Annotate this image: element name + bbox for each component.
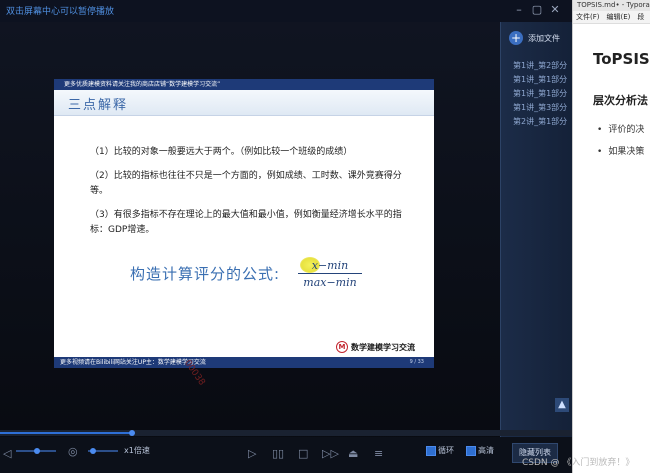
logo-icon: M: [336, 341, 348, 353]
loop-checkbox[interactable]: [426, 446, 436, 456]
volume-handle[interactable]: [90, 448, 96, 454]
video-player[interactable]: 双击屏幕中心可以暂停播放 – ▢ ✕ 更多优质建模资料请关注我的商店店铺“数学建…: [0, 0, 572, 473]
playlist-item[interactable]: 第1讲_第3部分: [513, 102, 567, 113]
doc-heading: 层次分析法: [593, 94, 648, 107]
menu-icon[interactable]: ≡: [374, 447, 383, 460]
slide-point-2: （2）比较的指标也往往不只是一个方面的，例如成绩、工时数、课外竞赛得分等。: [90, 171, 402, 196]
mute-icon[interactable]: ◎: [68, 445, 78, 458]
slide-point-1: （1）比较的对象一般要远大于两个。（例如比较一个班级的成绩）: [90, 147, 353, 157]
slide-bottom-banner: 更多视频请在Bilibili网站关注UP主：数学建模学习交流 9 / 33: [54, 357, 434, 368]
slide-point-3: （3）有很多指标不存在理论上的最大值和最小值，例如衡量经济增长水平的指标：GDP…: [90, 210, 402, 235]
slide-heading-bar: 三点解释: [54, 90, 434, 116]
minimize-icon[interactable]: –: [512, 3, 526, 17]
speed-label: x1倍速: [124, 446, 150, 455]
menu-file[interactable]: 文件(F): [576, 13, 600, 21]
editor-menu-bar: 文件(F) 编辑(E) 段: [573, 11, 650, 24]
close-icon[interactable]: ✕: [548, 3, 562, 17]
formula-numerator: x−min: [298, 259, 362, 274]
formula: x−min max−min: [298, 259, 362, 289]
playlist-item[interactable]: 第1讲_第1部分: [513, 88, 567, 99]
stop-icon[interactable]: □: [298, 447, 308, 460]
add-file-label: 添加文件: [528, 33, 560, 43]
playlist-panel: + 添加文件 第1讲_第2部分 第1讲_第1部分 第1讲_第1部分 第1讲_第3…: [500, 22, 573, 442]
formula-denominator: max−min: [303, 276, 357, 289]
editor-tab[interactable]: TOPSIS.md• - Typora: [573, 0, 650, 11]
formula-label: 构造计算评分的公式:: [130, 265, 281, 283]
slide-page-number: 9 / 33: [409, 359, 424, 365]
player-title: 双击屏幕中心可以暂停播放: [6, 7, 115, 17]
maximize-icon[interactable]: ▢: [530, 3, 544, 17]
doc-title: ToPSIS: [593, 50, 650, 68]
eject-icon[interactable]: ⏏: [348, 447, 358, 460]
csdn-credit: CSDN @ 《入门到放弃！》: [522, 458, 635, 468]
next-icon[interactable]: ▷▷: [322, 447, 339, 460]
speed-slider[interactable]: [16, 448, 56, 454]
playlist-item[interactable]: 第1讲_第1部分: [513, 74, 567, 85]
pause-icon[interactable]: ▯▯: [272, 447, 284, 460]
seek-bar[interactable]: [0, 430, 572, 436]
play-icon[interactable]: ▷: [248, 447, 256, 460]
menu-edit[interactable]: 编辑(E): [607, 13, 631, 21]
hd-checkbox[interactable]: [466, 446, 476, 456]
plus-icon: +: [509, 31, 523, 45]
player-titlebar: 双击屏幕中心可以暂停播放 – ▢ ✕: [0, 0, 572, 22]
doc-bullet: 如果决策: [597, 144, 644, 157]
logo-text: 数学建模学习交流: [351, 342, 415, 352]
scroll-up-icon[interactable]: ▲: [555, 398, 569, 412]
add-file-button[interactable]: + 添加文件: [509, 31, 560, 45]
doc-bullet: 评价的决: [597, 122, 644, 135]
menu-paragraph[interactable]: 段: [637, 13, 644, 21]
playlist-item[interactable]: 第1讲_第2部分: [513, 60, 567, 71]
speed-handle[interactable]: [34, 448, 40, 454]
slide-logo: M 数学建模学习交流: [336, 341, 415, 353]
speed-icon[interactable]: ◁: [3, 447, 11, 460]
slide: 更多优质建模资料请关注我的商店店铺“数学建模学习交流” 三点解释 （1）比较的对…: [54, 79, 434, 368]
volume-slider[interactable]: [88, 448, 118, 454]
markdown-editor: TOPSIS.md• - Typora 文件(F) 编辑(E) 段 ToPSIS 层…: [572, 0, 650, 473]
playlist-item[interactable]: 第2讲_第1部分: [513, 116, 567, 127]
slide-top-banner: 更多优质建模资料请关注我的商店店铺“数学建模学习交流”: [54, 79, 434, 90]
loop-label: 循环: [438, 446, 454, 455]
slide-heading: 三点解释: [68, 98, 129, 113]
seek-handle[interactable]: [129, 430, 135, 436]
control-bar: ◁ ◎ x1倍速 ▷ ▯▯ □ ▷▷ ⏏ ≡ 循环 高清 隐藏列表: [0, 437, 572, 473]
seek-bar-fill: [0, 432, 132, 434]
hd-label: 高清: [478, 446, 494, 455]
